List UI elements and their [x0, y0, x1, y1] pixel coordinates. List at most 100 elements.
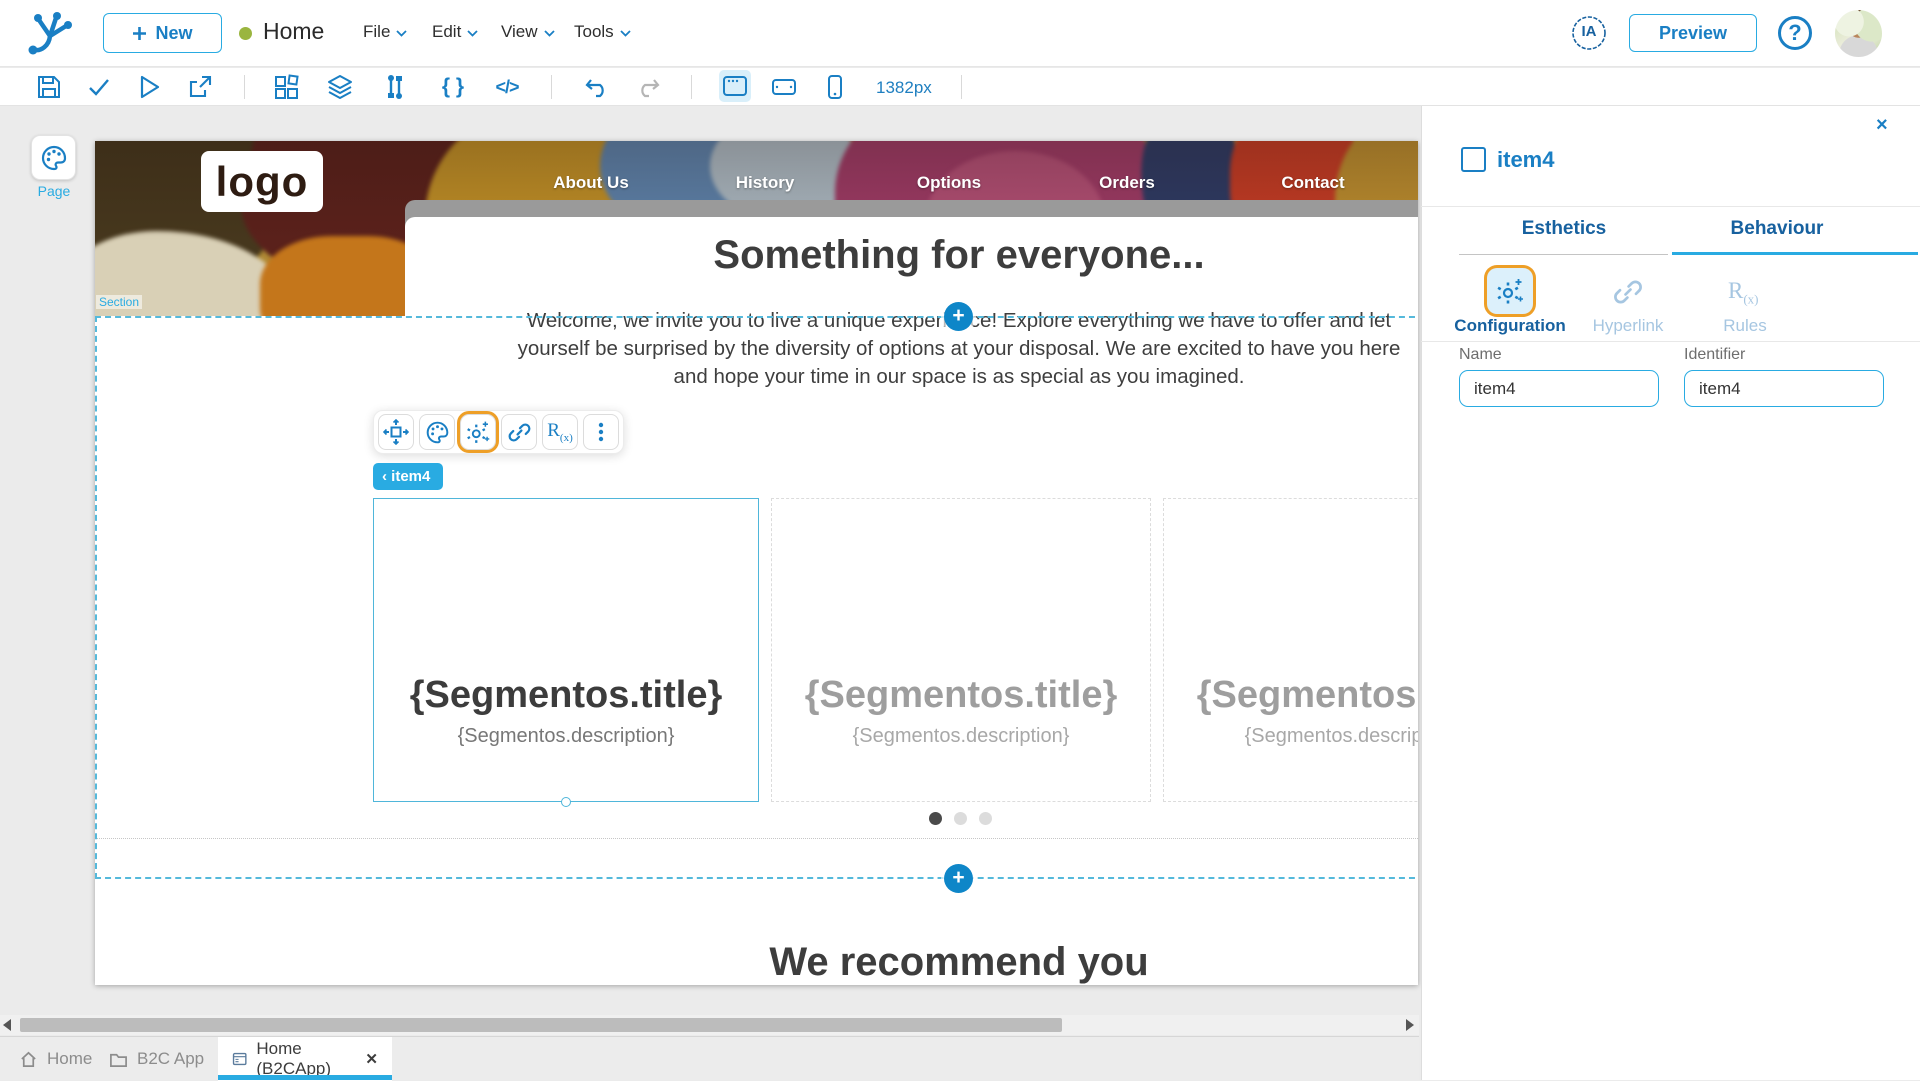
phone-view-icon[interactable]	[822, 74, 848, 100]
panel-divider	[1421, 341, 1920, 342]
identifier-field[interactable]	[1684, 370, 1884, 407]
widget-configuration-button[interactable]	[460, 414, 496, 450]
run-icon[interactable]	[136, 74, 162, 100]
nav-history[interactable]: History	[736, 173, 795, 193]
chevron-down-icon	[620, 30, 631, 37]
viewport-width-indicator: 1382px	[876, 78, 932, 97]
toolbar-separator	[244, 75, 245, 99]
page-styles-button[interactable]	[31, 135, 76, 180]
tab-esthetics[interactable]: Esthetics	[1522, 218, 1606, 240]
widgets-grid-icon[interactable]	[273, 74, 299, 100]
app-logo-icon[interactable]	[26, 9, 74, 57]
link-icon	[508, 422, 530, 442]
flows-icon[interactable]	[382, 74, 408, 100]
widget-hyperlink-button[interactable]	[501, 414, 537, 450]
new-button[interactable]: New	[103, 13, 222, 53]
palette-icon	[41, 145, 66, 170]
subtab-configuration-label[interactable]: Configuration	[1454, 316, 1565, 336]
design-canvas[interactable]: logo About Us History Options Orders Con…	[95, 141, 1418, 985]
scrollbar-thumb[interactable]	[20, 1018, 1062, 1032]
tab-home[interactable]: Home	[5, 1037, 106, 1081]
resize-handle[interactable]	[561, 797, 571, 807]
menu-view[interactable]: View	[501, 22, 555, 42]
chevron-down-icon	[543, 30, 555, 37]
menu-tools[interactable]: Tools	[574, 22, 631, 42]
document-title: Home	[263, 18, 325, 44]
braces-icon[interactable]: { }	[440, 74, 466, 100]
save-icon[interactable]	[36, 74, 62, 100]
nav-orders[interactable]: Orders	[1099, 173, 1155, 193]
chevron-down-icon	[467, 30, 478, 37]
more-dots-icon	[598, 422, 604, 442]
subtab-rules-label[interactable]: Rules	[1723, 316, 1766, 336]
menu-file[interactable]: File	[363, 22, 408, 42]
carousel-dot-active[interactable]	[929, 812, 942, 825]
widget-rules-button[interactable]: R(x)	[542, 414, 578, 450]
site-logo[interactable]: logo	[201, 151, 323, 212]
plus-icon	[133, 26, 147, 40]
carousel-dot[interactable]	[954, 812, 967, 825]
card-title: {Segmentos.title}	[409, 674, 723, 716]
panel-divider	[1421, 206, 1920, 207]
hero-heading: Something for everyone...	[713, 233, 1205, 277]
section-label: Section	[96, 295, 143, 309]
subtab-hyperlink-label[interactable]: Hyperlink	[1593, 316, 1664, 336]
preview-button[interactable]: Preview	[1629, 14, 1757, 52]
close-tab-icon[interactable]: ✕	[365, 1050, 378, 1068]
widget-more-button[interactable]	[583, 414, 619, 450]
carousel-card[interactable]: {Segmentos.title} {Segmentos.description…	[771, 498, 1151, 802]
breadcrumb-back-chevron: ‹ item4	[382, 468, 431, 485]
nav-contact[interactable]: Contact	[1281, 173, 1344, 193]
redo-icon[interactable]	[635, 74, 661, 100]
new-button-label: New	[155, 22, 193, 43]
widget-styles-button[interactable]	[419, 414, 455, 450]
ia-badge[interactable]: IA	[1568, 12, 1610, 54]
desktop-view-active-bg[interactable]	[719, 70, 751, 102]
name-field[interactable]	[1459, 370, 1659, 407]
selected-widget-tag[interactable]: ‹ item4	[373, 463, 444, 490]
layers-icon[interactable]	[327, 74, 353, 100]
scroll-right-arrow[interactable]	[1406, 1019, 1414, 1031]
subtab-configuration[interactable]	[1487, 268, 1533, 314]
code-icon[interactable]: </>	[494, 74, 520, 100]
identifier-field-label: Identifier	[1684, 346, 1746, 363]
card-description: {Segmentos.description}	[1244, 725, 1418, 747]
publish-icon[interactable]	[187, 74, 213, 100]
carousel-card-selected[interactable]: {Segmentos.title} {Segmentos.description…	[373, 498, 759, 802]
status-dot	[239, 27, 252, 40]
check-icon[interactable]	[86, 74, 112, 100]
horizontal-scrollbar[interactable]	[0, 1015, 1419, 1035]
scroll-left-arrow[interactable]	[3, 1019, 11, 1031]
page-button-label: Page	[37, 183, 71, 199]
recommend-heading: We recommend you	[769, 940, 1149, 984]
top-bar: New Home File Edit View Tools IA Preview…	[0, 0, 1920, 67]
rules-rx-icon: R(x)	[547, 420, 573, 444]
card-description: {Segmentos.description}	[457, 725, 675, 747]
folder-icon	[110, 1053, 127, 1067]
tablet-view-icon[interactable]	[771, 74, 797, 100]
nav-options[interactable]: Options	[917, 173, 981, 193]
open-documents-tabbar: Home B2C App ✕ Home (B2CApp) ✕	[0, 1036, 1419, 1081]
widget-checkbox[interactable]	[1461, 147, 1486, 172]
carousel-card[interactable]: {Segmentos.title} {Segmentos.description…	[1163, 498, 1418, 802]
undo-icon[interactable]	[584, 74, 610, 100]
move-widget-button[interactable]	[378, 414, 414, 450]
panel-widget-name: item4	[1497, 147, 1555, 172]
tab-behaviour[interactable]: Behaviour	[1731, 218, 1824, 240]
user-avatar[interactable]	[1835, 10, 1882, 57]
menu-edit[interactable]: Edit	[432, 22, 478, 42]
toolbar-separator	[551, 75, 552, 99]
toolbar-separator	[691, 75, 692, 99]
close-icon[interactable]: ×	[1876, 114, 1888, 137]
rules-rx-icon[interactable]: R(x)	[1728, 278, 1759, 308]
widget-floating-toolbar: R(x)	[373, 410, 624, 454]
desktop-view-icon	[723, 76, 747, 96]
window-icon	[232, 1052, 247, 1066]
home-icon	[21, 1051, 36, 1067]
carousel-dot[interactable]	[979, 812, 992, 825]
nav-about-us[interactable]: About Us	[553, 173, 629, 193]
link-icon[interactable]	[1612, 276, 1644, 308]
add-widget-handle-top[interactable]: +	[944, 302, 973, 331]
help-icon[interactable]: ?	[1778, 16, 1812, 50]
add-widget-handle-bottom[interactable]: +	[944, 864, 973, 893]
